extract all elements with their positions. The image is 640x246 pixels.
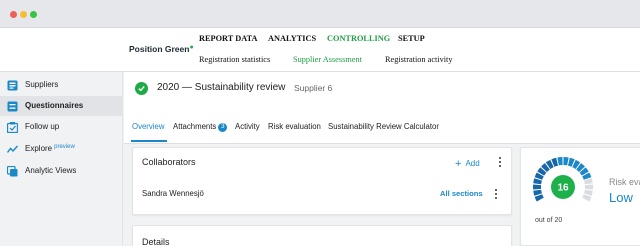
maximize-window-button[interactable] xyxy=(30,11,37,18)
sidebar-item-follow-up[interactable]: Follow up xyxy=(0,117,123,137)
brand-logo[interactable]: Position Green● xyxy=(129,44,194,54)
subnav-registration-statistics[interactable]: Registration statistics xyxy=(199,55,270,64)
sidebar-item-label: Analytic Views xyxy=(25,166,77,175)
subnav-registration-activity[interactable]: Registration activity xyxy=(385,55,453,64)
sidebar-item-label: Explore preview xyxy=(25,144,75,153)
all-sections-link[interactable]: All sections xyxy=(440,189,483,198)
nav-analytics[interactable]: ANALYTICS xyxy=(268,34,316,43)
details-title: Details xyxy=(142,237,170,246)
analytic-views-icon xyxy=(7,166,18,177)
review-header: 2020 — Sustainability review Supplier 6 … xyxy=(124,72,640,144)
collaborator-row-menu-icon[interactable] xyxy=(495,189,498,201)
details-card: Details xyxy=(132,225,512,246)
attachments-count-badge: 3 xyxy=(218,123,228,132)
nav-controlling[interactable]: CONTROLLING xyxy=(327,34,390,43)
gauge-segment xyxy=(533,184,542,190)
tab-attachments[interactable]: Attachments 3 xyxy=(173,122,228,132)
top-bar: Position Green● REPORT DATA ANALYTICS CO… xyxy=(0,28,640,72)
subnav-supplier-assessment[interactable]: Supplier Assessment xyxy=(293,55,362,64)
sidebar-item-label: Follow up xyxy=(25,122,60,131)
page-title: 2020 — Sustainability review xyxy=(157,82,286,93)
active-tab-indicator xyxy=(131,140,167,142)
sidebar-item-label: Questionnaires xyxy=(25,101,84,110)
tab-sustainability-review-calculator[interactable]: Sustainability Review Calculator xyxy=(328,122,439,131)
collaborators-title: Collaborators xyxy=(142,157,196,167)
check-circle-icon xyxy=(135,82,148,95)
sidebar-item-suppliers[interactable]: Suppliers xyxy=(0,75,123,95)
gauge-segment xyxy=(584,184,593,190)
gauge-segment xyxy=(557,157,563,166)
supplier-name: Supplier 6 xyxy=(294,83,333,93)
window-chrome xyxy=(0,0,640,28)
gauge-segment xyxy=(534,194,544,202)
risk-gauge: 16 xyxy=(533,157,593,202)
plus-icon: + xyxy=(455,158,462,170)
minimize-window-button[interactable] xyxy=(20,11,27,18)
main-content: 2020 — Sustainability review Supplier 6 … xyxy=(124,72,640,246)
risk-out-of: out of 20 xyxy=(535,217,563,224)
gauge-segment xyxy=(582,194,592,202)
risk-card: 16 out of 20 Risk eva Low xyxy=(520,147,640,246)
gauge-segment xyxy=(563,157,569,166)
collaborators-menu-icon[interactable] xyxy=(499,157,502,169)
preview-tag: preview xyxy=(54,144,75,150)
nav-setup[interactable]: SETUP xyxy=(398,34,425,43)
sidebar-item-explore[interactable]: Explore preview xyxy=(0,139,123,159)
risk-score-text: 16 xyxy=(557,183,569,194)
collaborator-name: Sandra Wennesjö xyxy=(142,189,204,198)
suppliers-icon xyxy=(7,80,18,91)
explore-icon xyxy=(7,145,18,153)
tab-activity[interactable]: Activity xyxy=(235,122,260,131)
follow-up-icon xyxy=(7,122,18,133)
close-window-button[interactable] xyxy=(10,11,17,18)
collaborators-card: Collaborators + Add Sandra Wennesjö All s… xyxy=(132,147,512,215)
sidebar-item-analytic-views[interactable]: Analytic Views xyxy=(0,161,123,181)
tab-risk-evaluation[interactable]: Risk evaluation xyxy=(268,122,321,131)
risk-level-value: Low xyxy=(609,190,633,205)
questionnaire-icon xyxy=(7,101,18,112)
risk-evaluation-label: Risk eva xyxy=(609,177,640,187)
sidebar-item-label: Suppliers xyxy=(25,80,59,89)
tab-overview[interactable]: Overview xyxy=(132,122,165,131)
sidebar: Suppliers Questionnaires Follow up Explo… xyxy=(0,72,123,246)
sidebar-item-questionnaires[interactable]: Questionnaires xyxy=(0,96,123,116)
add-collaborator-button[interactable]: + Add xyxy=(455,158,480,170)
nav-report-data[interactable]: REPORT DATA xyxy=(199,34,257,43)
